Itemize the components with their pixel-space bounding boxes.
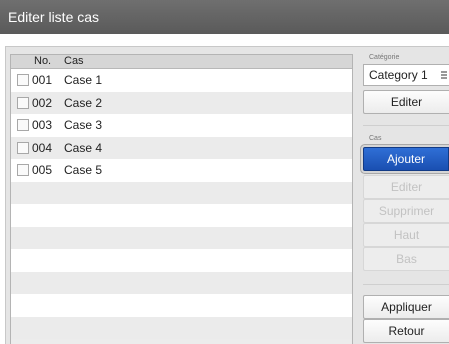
header-no: No.: [34, 55, 52, 67]
row-checkbox[interactable]: [17, 164, 29, 176]
row-number: 001: [32, 73, 53, 87]
row-checkbox[interactable]: [17, 119, 29, 131]
list-item[interactable]: [11, 294, 352, 317]
category-select[interactable]: Category 1: [363, 64, 449, 86]
list-item[interactable]: 002 Case 2: [11, 91, 352, 114]
case-list[interactable]: No. Cas 001 Case 1 002 Case 2 003 Case 3 004 Ca…: [10, 54, 353, 344]
row-name: Case 1: [64, 73, 103, 87]
row-number: 002: [32, 95, 53, 110]
row-checkbox[interactable]: [17, 74, 29, 86]
header-cas: Cas: [64, 55, 84, 67]
divider: [363, 125, 449, 126]
list-item[interactable]: 005 Case 5: [11, 159, 352, 182]
back-button[interactable]: Retour: [363, 319, 449, 343]
move-up-button[interactable]: Haut: [363, 223, 449, 247]
list-item[interactable]: [11, 181, 352, 204]
list-header: No. Cas: [11, 55, 352, 69]
row-checkbox[interactable]: [17, 141, 29, 154]
add-case-button[interactable]: Ajouter: [363, 147, 449, 171]
list-item[interactable]: 001 Case 1: [11, 69, 352, 92]
row-number: 005: [32, 163, 53, 177]
list-item[interactable]: [11, 226, 352, 249]
edit-category-button[interactable]: Editer: [363, 90, 449, 114]
list-item[interactable]: [11, 249, 352, 272]
row-name: Case 5: [64, 163, 103, 177]
move-down-button[interactable]: Bas: [363, 247, 449, 271]
row-name: Case 4: [64, 140, 103, 155]
row-number: 004: [32, 140, 53, 155]
divider: [363, 284, 449, 285]
category-selected-value: Category 1: [369, 68, 428, 82]
row-name: Case 2: [64, 95, 103, 110]
list-item[interactable]: [11, 316, 352, 339]
list-item[interactable]: [11, 204, 352, 227]
apply-button[interactable]: Appliquer: [363, 295, 449, 319]
category-group-label: Catégorie: [369, 54, 400, 61]
row-number: 003: [32, 118, 53, 132]
window-title: Editer liste cas: [0, 0, 449, 34]
dropdown-icon: [441, 71, 447, 79]
row-checkbox[interactable]: [17, 96, 29, 109]
row-name: Case 3: [64, 118, 103, 132]
delete-case-button[interactable]: Supprimer: [363, 199, 449, 223]
list-item[interactable]: [11, 271, 352, 294]
edit-case-button[interactable]: Editer: [363, 175, 449, 199]
list-item[interactable]: 003 Case 3: [11, 114, 352, 137]
cas-group-label: Cas: [369, 135, 382, 142]
list-item[interactable]: 004 Case 4: [11, 136, 352, 159]
